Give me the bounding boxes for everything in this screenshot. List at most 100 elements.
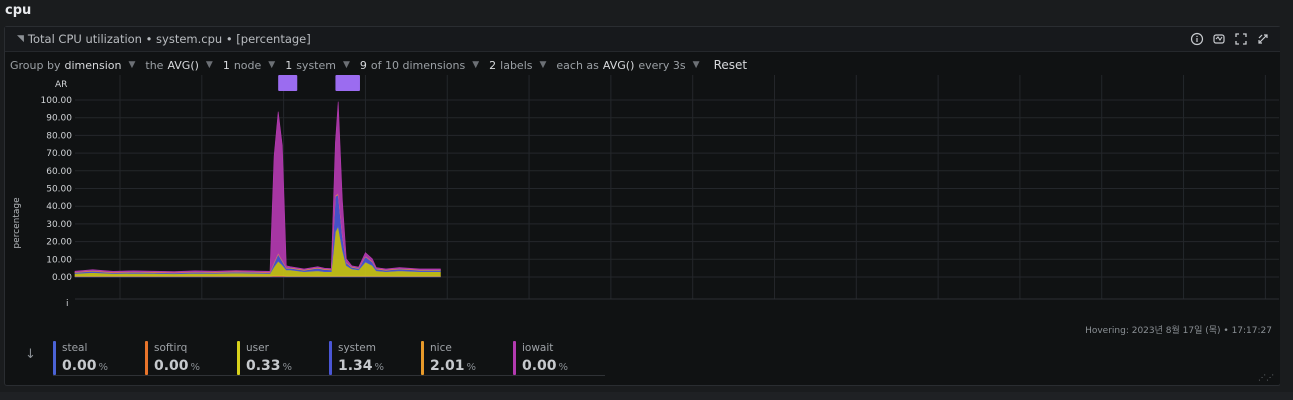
legend-value-wrap: 2.01%: [430, 358, 476, 374]
legend-value: 1.34: [338, 358, 373, 374]
chart-title-wrap: ◥ Total CPU utilization • system.cpu • […: [17, 32, 311, 46]
legend-value: 0.00: [154, 358, 189, 374]
every-label: every 3s: [638, 58, 686, 72]
legend-name: steal: [62, 342, 88, 354]
legend-value-wrap: 1.34%: [338, 358, 384, 374]
agg-label: the: [145, 58, 164, 72]
chart-toolbar: Group by dimension ▼ the AVG() ▼ 1 node …: [10, 57, 747, 73]
nodes-value: 1: [222, 58, 230, 72]
labels-dropdown[interactable]: 2 labels ▼: [489, 59, 546, 72]
each-value: AVG(): [602, 58, 635, 72]
panel-header: ◥ Total CPU utilization • system.cpu • […: [5, 27, 1280, 52]
legend-unit: %: [190, 362, 201, 373]
hover-timestamp: Hovering: 2023년 8월 17일 (목) • 17:17:27: [1085, 326, 1272, 336]
instances-label: system: [296, 58, 336, 72]
y-tick-label: 50.00: [46, 185, 72, 195]
page-scrollbar[interactable]: [1280, 0, 1293, 392]
reset-button[interactable]: Reset: [714, 58, 748, 72]
legend-name: user: [246, 342, 269, 354]
y-tick-label: 60.00: [46, 167, 72, 177]
legend-value: 2.01: [430, 358, 465, 374]
legend-value: 0.33: [246, 358, 281, 374]
chevron-down-icon: ▼: [539, 60, 547, 70]
info-icon[interactable]: [1190, 31, 1204, 46]
legend-unit: %: [558, 362, 569, 373]
legend-item-user[interactable]: user 0.33%: [237, 341, 329, 376]
panel-header-icons: [1190, 31, 1270, 46]
legend-color-swatch: [145, 341, 148, 375]
group-by-value: dimension: [64, 58, 122, 72]
legend-value: 0.00: [62, 358, 97, 374]
y-tick-label: 80.00: [46, 131, 72, 141]
arrow-down-icon[interactable]: ↓: [25, 347, 36, 362]
instances-value: 1: [285, 58, 293, 72]
next-section-edge: [0, 392, 1293, 400]
resize-handle-icon[interactable]: ⋰⋰: [1258, 373, 1274, 382]
legend-unit: %: [374, 362, 385, 373]
y-tick-label: 100.00: [41, 96, 73, 106]
y-tick-label: 10.00: [46, 255, 72, 265]
chevron-down-icon: ▼: [128, 60, 136, 70]
group-by-label: Group by: [10, 58, 61, 72]
chevron-down-icon: ▼: [268, 60, 276, 70]
each-label: each as: [556, 58, 599, 72]
legend-name: iowait: [522, 342, 554, 354]
legend-value: 0.00: [522, 358, 557, 374]
dimensions-dropdown[interactable]: 9 of 10 dimensions ▼: [360, 59, 479, 72]
chevron-down-icon: ▼: [472, 60, 480, 70]
legend-name: system: [338, 342, 376, 354]
section-title: cpu: [5, 3, 32, 18]
nodes-dropdown[interactable]: 1 node ▼: [223, 59, 275, 72]
y-axis-label: percentage: [12, 197, 22, 249]
legend-item-iowait[interactable]: iowait 0.00%: [513, 341, 605, 376]
legend-value-wrap: 0.00%: [154, 358, 200, 374]
group-by-dropdown[interactable]: Group by dimension ▼: [10, 59, 135, 72]
legend-color-swatch: [421, 341, 424, 375]
settings-icon[interactable]: [1256, 31, 1270, 45]
legend-name: softirq: [154, 342, 188, 354]
legend-color-swatch: [329, 341, 332, 375]
time-aggregation-dropdown[interactable]: each as AVG() every 3s ▼: [556, 59, 699, 72]
info-row-label: i: [66, 299, 69, 309]
legend-name: nice: [430, 342, 452, 354]
area-series-nice: [74, 193, 441, 274]
anomaly-marker: [335, 75, 360, 91]
labels-label: labels: [500, 58, 533, 72]
legend-value-wrap: 0.00%: [62, 358, 108, 374]
legend-unit: %: [466, 362, 477, 373]
y-tick-label: 0.00: [52, 273, 72, 283]
area-series-iowait: [74, 101, 441, 273]
legend-unit: %: [282, 362, 293, 373]
legend-unit: %: [98, 362, 109, 373]
y-tick-label: 40.00: [46, 202, 72, 212]
legend-item-system[interactable]: system 1.34%: [329, 341, 421, 376]
fullscreen-icon[interactable]: [1234, 31, 1248, 45]
anomaly-marker: [278, 75, 298, 91]
legend-item-steal[interactable]: steal 0.00%: [53, 341, 145, 376]
y-tick-label: 90.00: [46, 114, 72, 124]
chart-title: Total CPU utilization • system.cpu • [pe…: [27, 32, 311, 46]
chart-panel: ◥ Total CPU utilization • system.cpu • […: [4, 26, 1281, 386]
y-tick-label: 30.00: [46, 220, 72, 230]
legend-item-nice[interactable]: nice 2.01%: [421, 341, 513, 376]
legend-color-swatch: [53, 341, 56, 375]
y-tick-label: 70.00: [46, 149, 72, 159]
dims-value: 9: [359, 58, 367, 72]
legend-value-wrap: 0.33%: [246, 358, 292, 374]
nodes-label: node: [233, 58, 262, 72]
chevron-down-icon: ▼: [342, 60, 350, 70]
ai-chart-icon[interactable]: [1212, 31, 1226, 45]
legend-item-softirq[interactable]: softirq 0.00%: [145, 341, 237, 376]
drag-handle-icon[interactable]: ◥: [17, 34, 24, 44]
dims-label: of 10 dimensions: [370, 58, 466, 72]
instances-dropdown[interactable]: 1 system ▼: [285, 59, 350, 72]
aggregation-dropdown[interactable]: the AVG() ▼: [145, 59, 212, 72]
agg-value: AVG(): [167, 58, 199, 72]
legend-color-swatch: [513, 341, 516, 375]
anomaly-rate-label: AR: [55, 80, 67, 90]
chevron-down-icon: ▼: [692, 60, 700, 70]
chevron-down-icon: ▼: [205, 60, 213, 70]
chart-legend: steal 0.00% softirq 0.00% user 0.33% sys…: [53, 341, 605, 376]
legend-value-wrap: 0.00%: [522, 358, 568, 374]
cpu-area-chart[interactable]: 0.00 10.00 20.00 30.00 40.00 50.00 60.00 70.00 8…: [5, 75, 1280, 323]
